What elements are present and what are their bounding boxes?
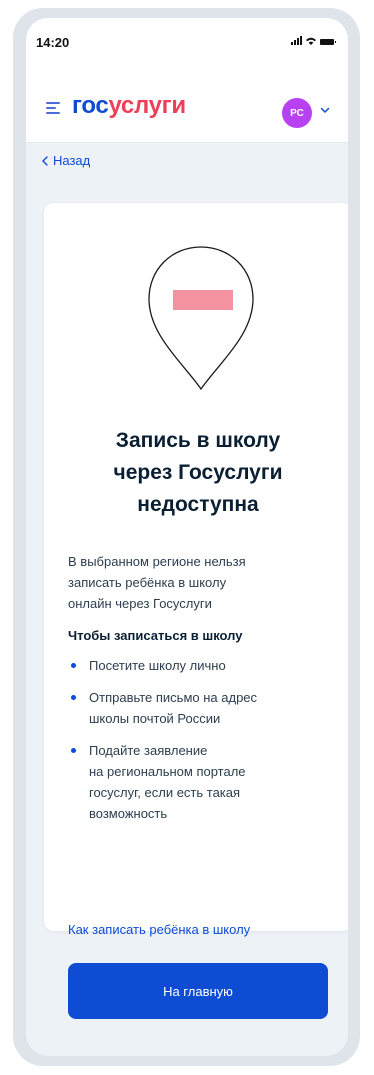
list-item-line: госуслуг, если есть такая xyxy=(89,785,241,800)
title-line: недоступна xyxy=(137,493,259,516)
list-item-line: возможность xyxy=(89,806,168,821)
chevron-left-icon xyxy=(42,155,48,166)
bullet-icon xyxy=(71,663,76,668)
home-button[interactable]: На главную xyxy=(68,963,328,1019)
unavailable-card: Запись в школу через Госуслуги недоступн… xyxy=(44,203,348,1019)
list-item-line: Отправьте письмо на адрес xyxy=(89,690,258,705)
bullet-icon xyxy=(71,748,76,753)
description: В выбранном регионе нельзя записать ребё… xyxy=(68,551,328,614)
logo-part-uslugi: услуги xyxy=(108,92,186,119)
logo-part-gos: гос xyxy=(72,92,109,119)
chevron-down-icon[interactable] xyxy=(320,107,330,114)
location-pin-illustration xyxy=(148,246,254,391)
help-link-label: Как записать ребёнка в школу xyxy=(68,922,251,937)
system-icons xyxy=(291,36,336,45)
title-line: Запись в школу xyxy=(115,429,281,452)
description-line: записать ребёнка в школу xyxy=(68,575,227,590)
signal-icon xyxy=(291,36,302,45)
page-title: Запись в школу через Госуслуги недоступн… xyxy=(68,425,328,521)
description-line: онлайн через Госуслуги xyxy=(68,596,212,611)
list-item: Отправьте письмо на адрес школы почтой Р… xyxy=(68,687,328,729)
description-line: В выбранном регионе нельзя xyxy=(68,554,246,569)
wifi-icon xyxy=(306,37,316,45)
list-item-line: на региональном портале xyxy=(89,764,246,779)
list-item-line: Посетите школу лично xyxy=(89,658,226,673)
back-label: Назад xyxy=(53,153,91,168)
battery-icon xyxy=(320,39,336,45)
app-header: госуслуги РС xyxy=(26,70,348,143)
instructions-list: Посетите школу лично Отправьте письмо на… xyxy=(68,655,328,835)
bullet-icon xyxy=(71,695,76,700)
back-link[interactable]: Назад xyxy=(42,153,90,168)
list-item-line: Подайте заявление xyxy=(89,743,208,758)
help-link[interactable]: Как записать ребёнка в школу xyxy=(68,921,250,939)
list-item-line: школы почтой России xyxy=(89,711,221,726)
status-bar: 14:20 xyxy=(26,18,348,70)
status-time: 14:20 xyxy=(36,35,70,50)
list-item: Подайте заявление на региональном портал… xyxy=(68,740,328,824)
gosuslugi-logo[interactable]: госуслуги xyxy=(72,92,186,120)
phone-screen: 14:20 госуслуги РС Назад Запись в школу … xyxy=(26,18,348,1056)
restriction-bar-icon xyxy=(173,290,233,310)
title-line: через Госуслуги xyxy=(113,461,283,484)
avatar[interactable]: РС xyxy=(282,98,312,128)
list-item: Посетите школу лично xyxy=(68,655,328,676)
home-button-label: На главную xyxy=(163,983,233,999)
menu-icon[interactable] xyxy=(46,102,62,114)
instructions-heading: Чтобы записаться в школу xyxy=(68,628,243,643)
